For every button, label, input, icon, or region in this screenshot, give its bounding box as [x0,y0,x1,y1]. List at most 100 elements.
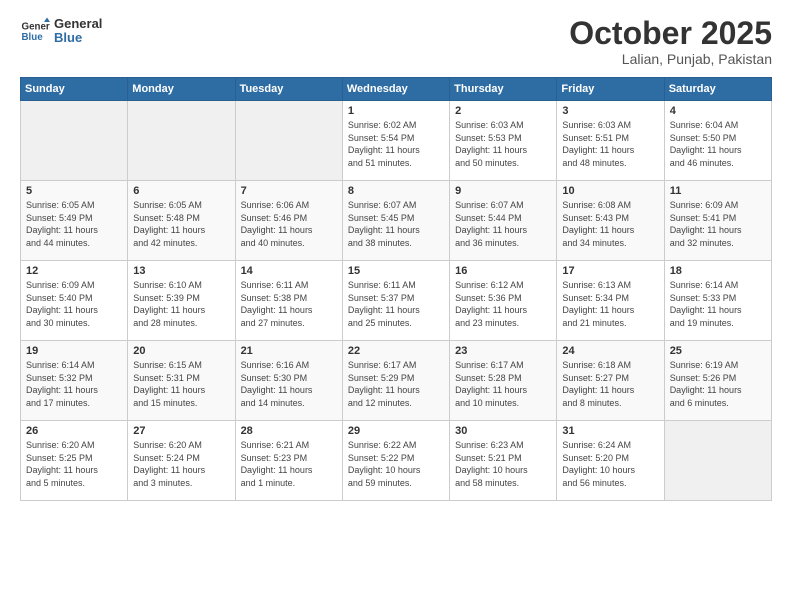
calendar-cell [235,101,342,181]
day-info: Sunrise: 6:05 AM Sunset: 5:48 PM Dayligh… [133,199,229,249]
day-info: Sunrise: 6:03 AM Sunset: 5:51 PM Dayligh… [562,119,658,169]
calendar-cell: 25 Sunrise: 6:19 AM Sunset: 5:26 PM Dayli… [664,341,771,421]
calendar-cell: 5 Sunrise: 6:05 AM Sunset: 5:49 PM Daylig… [21,181,128,261]
calendar-cell: 10 Sunrise: 6:08 AM Sunset: 5:43 PM Dayli… [557,181,664,261]
day-number: 27 [133,425,229,437]
day-info: Sunrise: 6:11 AM Sunset: 5:38 PM Dayligh… [241,279,337,329]
day-info: Sunrise: 6:14 AM Sunset: 5:32 PM Dayligh… [26,359,122,409]
calendar-cell: 23 Sunrise: 6:17 AM Sunset: 5:28 PM Dayli… [450,341,557,421]
day-info: Sunrise: 6:23 AM Sunset: 5:21 PM Dayligh… [455,439,551,489]
calendar-cell: 17Sunrise: 6:13 AM Sunset: 5:34 PM Dayli… [557,261,664,341]
day-number: 6 [133,185,229,197]
calendar-cell: 20 Sunrise: 6:15 AM Sunset: 5:31 PM Dayli… [128,341,235,421]
day-number: 3 [562,105,658,117]
day-number: 28 [241,425,337,437]
day-info: Sunrise: 6:20 AM Sunset: 5:24 PM Dayligh… [133,439,229,489]
day-info: Sunrise: 6:19 AM Sunset: 5:26 PM Dayligh… [670,359,766,409]
location: Lalian, Punjab, Pakistan [569,51,772,67]
calendar-cell: 24 Sunrise: 6:18 AM Sunset: 5:27 PM Dayli… [557,341,664,421]
day-number: 9 [455,185,551,197]
day-info: Sunrise: 6:08 AM Sunset: 5:43 PM Dayligh… [562,199,658,249]
calendar-week-2: 5 Sunrise: 6:05 AM Sunset: 5:49 PM Daylig… [21,181,772,261]
day-info: Sunrise: 6:12 AM Sunset: 5:36 PM Dayligh… [455,279,551,329]
day-number: 7 [241,185,337,197]
calendar-cell: 16 Sunrise: 6:12 AM Sunset: 5:36 PM Dayli… [450,261,557,341]
calendar-header-friday: Friday [557,78,664,101]
day-number: 11 [670,185,766,197]
calendar-week-4: 19 Sunrise: 6:14 AM Sunset: 5:32 PM Dayli… [21,341,772,421]
day-number: 13 [133,265,229,277]
svg-text:General: General [22,22,51,33]
header: General Blue General Blue October 2025 L… [20,16,772,67]
calendar-cell [128,101,235,181]
calendar-header-monday: Monday [128,78,235,101]
day-info: Sunrise: 6:15 AM Sunset: 5:31 PM Dayligh… [133,359,229,409]
day-info: Sunrise: 6:04 AM Sunset: 5:50 PM Dayligh… [670,119,766,169]
calendar-table: SundayMondayTuesdayWednesdayThursdayFrid… [20,77,772,501]
day-info: Sunrise: 6:09 AM Sunset: 5:40 PM Dayligh… [26,279,122,329]
calendar-cell: 22 Sunrise: 6:17 AM Sunset: 5:29 PM Dayli… [342,341,449,421]
calendar-cell: 6 Sunrise: 6:05 AM Sunset: 5:48 PM Daylig… [128,181,235,261]
day-info: Sunrise: 6:07 AM Sunset: 5:45 PM Dayligh… [348,199,444,249]
calendar-week-1: 1Sunrise: 6:02 AM Sunset: 5:54 PM Daylig… [21,101,772,181]
day-number: 10 [562,185,658,197]
calendar-cell: 3 Sunrise: 6:03 AM Sunset: 5:51 PM Daylig… [557,101,664,181]
calendar-header-row: SundayMondayTuesdayWednesdayThursdayFrid… [21,78,772,101]
day-number: 5 [26,185,122,197]
calendar-cell: 29Sunrise: 6:22 AM Sunset: 5:22 PM Dayli… [342,421,449,501]
day-info: Sunrise: 6:22 AM Sunset: 5:22 PM Dayligh… [348,439,444,489]
calendar-cell: 27 Sunrise: 6:20 AM Sunset: 5:24 PM Dayli… [128,421,235,501]
logo-blue-text: Blue [54,31,102,45]
calendar-header-tuesday: Tuesday [235,78,342,101]
calendar-cell: 15Sunrise: 6:11 AM Sunset: 5:37 PM Dayli… [342,261,449,341]
day-info: Sunrise: 6:17 AM Sunset: 5:28 PM Dayligh… [455,359,551,409]
day-info: Sunrise: 6:10 AM Sunset: 5:39 PM Dayligh… [133,279,229,329]
day-info: Sunrise: 6:07 AM Sunset: 5:44 PM Dayligh… [455,199,551,249]
title-block: October 2025 Lalian, Punjab, Pakistan [569,16,772,67]
day-number: 31 [562,425,658,437]
calendar-cell: 30Sunrise: 6:23 AM Sunset: 5:21 PM Dayli… [450,421,557,501]
svg-text:Blue: Blue [22,32,44,43]
day-info: Sunrise: 6:03 AM Sunset: 5:53 PM Dayligh… [455,119,551,169]
day-number: 20 [133,345,229,357]
logo-icon: General Blue [20,16,50,46]
calendar-cell [664,421,771,501]
calendar-cell: 18Sunrise: 6:14 AM Sunset: 5:33 PM Dayli… [664,261,771,341]
calendar-cell: 7 Sunrise: 6:06 AM Sunset: 5:46 PM Daylig… [235,181,342,261]
calendar-cell: 26Sunrise: 6:20 AM Sunset: 5:25 PM Dayli… [21,421,128,501]
day-info: Sunrise: 6:20 AM Sunset: 5:25 PM Dayligh… [26,439,122,489]
day-info: Sunrise: 6:17 AM Sunset: 5:29 PM Dayligh… [348,359,444,409]
calendar-header-wednesday: Wednesday [342,78,449,101]
day-number: 25 [670,345,766,357]
day-number: 16 [455,265,551,277]
page: General Blue General Blue October 2025 L… [0,0,792,612]
calendar-cell: 8 Sunrise: 6:07 AM Sunset: 5:45 PM Daylig… [342,181,449,261]
day-info: Sunrise: 6:06 AM Sunset: 5:46 PM Dayligh… [241,199,337,249]
calendar-cell: 1Sunrise: 6:02 AM Sunset: 5:54 PM Daylig… [342,101,449,181]
calendar-cell: 21Sunrise: 6:16 AM Sunset: 5:30 PM Dayli… [235,341,342,421]
day-number: 24 [562,345,658,357]
day-number: 1 [348,105,444,117]
calendar-header-sunday: Sunday [21,78,128,101]
day-number: 17 [562,265,658,277]
day-number: 2 [455,105,551,117]
day-number: 23 [455,345,551,357]
calendar-cell: 28 Sunrise: 6:21 AM Sunset: 5:23 PM Dayli… [235,421,342,501]
day-number: 15 [348,265,444,277]
calendar-cell: 31Sunrise: 6:24 AM Sunset: 5:20 PM Dayli… [557,421,664,501]
day-info: Sunrise: 6:18 AM Sunset: 5:27 PM Dayligh… [562,359,658,409]
day-number: 8 [348,185,444,197]
calendar-cell [21,101,128,181]
month-title: October 2025 [569,16,772,51]
day-info: Sunrise: 6:14 AM Sunset: 5:33 PM Dayligh… [670,279,766,329]
day-info: Sunrise: 6:21 AM Sunset: 5:23 PM Dayligh… [241,439,337,489]
day-info: Sunrise: 6:16 AM Sunset: 5:30 PM Dayligh… [241,359,337,409]
day-number: 4 [670,105,766,117]
calendar-header-saturday: Saturday [664,78,771,101]
logo: General Blue General Blue [20,16,102,46]
calendar-cell: 12Sunrise: 6:09 AM Sunset: 5:40 PM Dayli… [21,261,128,341]
day-info: Sunrise: 6:05 AM Sunset: 5:49 PM Dayligh… [26,199,122,249]
day-number: 22 [348,345,444,357]
calendar-week-3: 12Sunrise: 6:09 AM Sunset: 5:40 PM Dayli… [21,261,772,341]
day-number: 19 [26,345,122,357]
